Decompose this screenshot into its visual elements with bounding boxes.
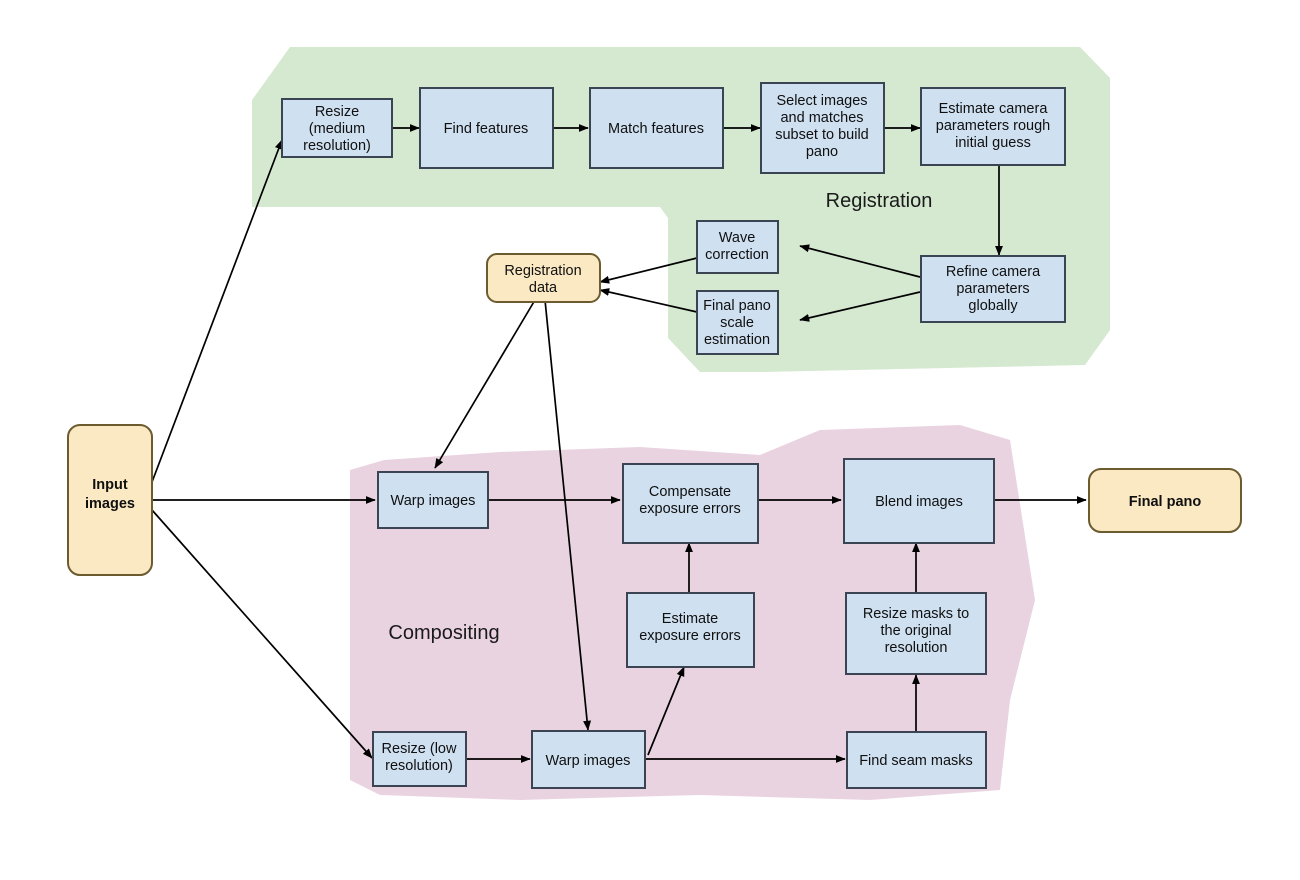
refine-camera-label-line2: parameters <box>956 281 1029 297</box>
input-images-label-line1: Input <box>92 477 128 493</box>
node-warp-images-bottom[interactable]: Warp images <box>531 730 646 789</box>
node-estimate-camera[interactable]: Estimate camera parameters rough initial… <box>920 87 1066 166</box>
final-pano-scale-label-line1: Final pano <box>703 298 771 314</box>
node-find-seam-masks[interactable]: Find seam masks <box>846 731 987 789</box>
node-input-images[interactable]: Input images <box>67 424 153 576</box>
node-resize-medium[interactable]: Resize (medium resolution) <box>281 98 393 158</box>
registration-data-label-line1: Registration <box>504 263 581 279</box>
node-resize-masks[interactable]: Resize masks to the original resolution <box>845 592 987 675</box>
pipeline-diagram: Registration Compositing Input images Re… <box>67 47 1242 800</box>
estimate-exposure-label-line2: exposure errors <box>639 628 741 644</box>
resize-masks-label-line3: resolution <box>885 640 948 656</box>
node-blend-images[interactable]: Blend images <box>843 458 995 544</box>
compensate-exposure-label-line2: exposure errors <box>639 501 741 517</box>
node-select-images[interactable]: Select images and matches subset to buil… <box>760 82 885 174</box>
resize-masks-label-line1: Resize masks to <box>863 606 969 622</box>
node-find-features[interactable]: Find features <box>419 87 554 169</box>
compensate-exposure-label-line1: Compensate <box>649 484 731 500</box>
node-compensate-exposure[interactable]: Compensate exposure errors <box>622 463 759 544</box>
resize-medium-label-line2: (medium <box>309 121 365 137</box>
node-match-features[interactable]: Match features <box>589 87 724 169</box>
resize-masks-label-line2: the original <box>881 623 952 639</box>
edge-registration-data-to-warp-top <box>434 299 536 469</box>
resize-medium-label-line1: Resize <box>315 104 359 120</box>
select-images-label-line1: Select images <box>776 93 867 109</box>
region-label-registration: Registration <box>826 190 933 212</box>
edge-input-to-resize-medium <box>151 139 283 483</box>
final-pano-scale-label-line3: estimation <box>704 332 770 348</box>
edge-input-to-resize-low <box>151 509 373 759</box>
input-images-label-line2: images <box>85 496 135 512</box>
match-features-label: Match features <box>608 121 704 137</box>
node-warp-images-top[interactable]: Warp images <box>377 471 489 529</box>
node-final-pano-scale[interactable]: Final pano scale estimation <box>696 290 779 355</box>
resize-low-label-line1: Resize (low <box>382 741 457 757</box>
estimate-camera-label-line3: initial guess <box>955 135 1031 151</box>
resize-low-label-line2: resolution) <box>385 758 453 774</box>
node-refine-camera[interactable]: Refine camera parameters globally <box>920 255 1066 323</box>
select-images-label-line2: and matches <box>780 110 863 126</box>
wave-correction-label-line2: correction <box>705 247 769 263</box>
final-pano-scale-label-line2: scale <box>720 315 754 331</box>
warp-images-top-label: Warp images <box>391 493 476 509</box>
node-registration-data[interactable]: Registration data <box>486 253 601 303</box>
node-final-pano[interactable]: Final pano <box>1088 468 1242 533</box>
select-images-label-line3: subset to build <box>775 127 869 143</box>
wave-correction-label-line1: Wave <box>719 230 756 246</box>
find-seam-masks-label: Find seam masks <box>859 753 973 769</box>
diagram-canvas: Registration Compositing Input images Re… <box>0 0 1300 880</box>
node-wave-correction[interactable]: Wave correction <box>696 220 779 274</box>
resize-medium-label-line3: resolution) <box>303 138 371 154</box>
warp-images-bottom-label: Warp images <box>546 753 631 769</box>
node-estimate-exposure[interactable]: Estimate exposure errors <box>626 592 755 668</box>
estimate-camera-label-line1: Estimate camera <box>939 101 1049 117</box>
refine-camera-label-line1: Refine camera <box>946 264 1041 280</box>
final-pano-label: Final pano <box>1129 494 1202 510</box>
registration-data-label-line2: data <box>529 280 558 296</box>
estimate-camera-label-line2: parameters rough <box>936 118 1050 134</box>
select-images-label-line4: pano <box>806 144 838 160</box>
blend-images-label: Blend images <box>875 494 963 510</box>
refine-camera-label-line3: globally <box>968 298 1018 314</box>
find-features-label: Find features <box>444 121 529 137</box>
region-label-compositing: Compositing <box>388 622 499 644</box>
node-resize-low[interactable]: Resize (low resolution) <box>372 731 467 787</box>
estimate-exposure-label-line1: Estimate <box>662 611 718 627</box>
